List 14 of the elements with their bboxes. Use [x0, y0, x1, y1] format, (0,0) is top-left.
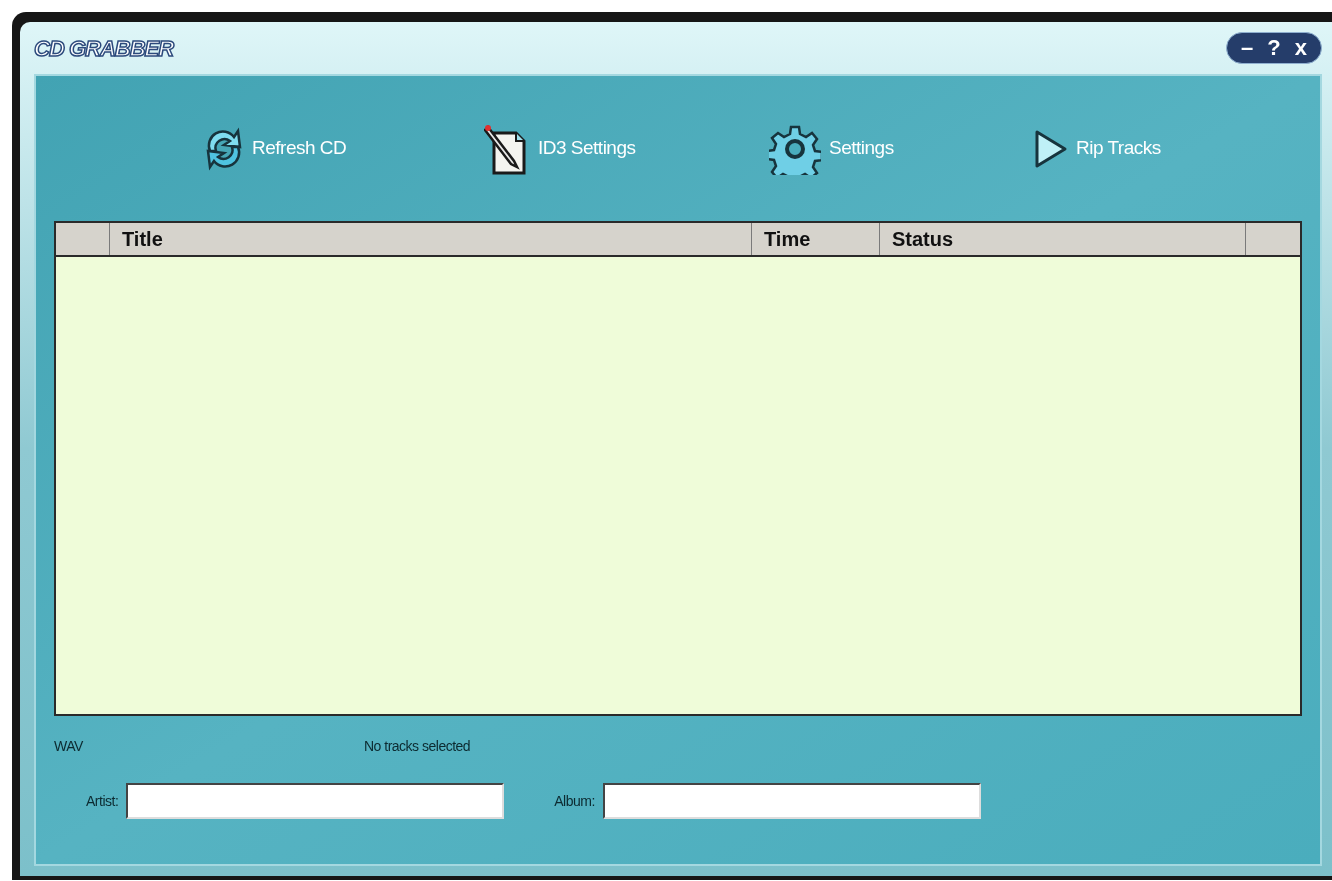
field-label: Album:: [554, 791, 595, 811]
text-field[interactable]: [126, 783, 505, 819]
help-button[interactable]: ?: [1267, 37, 1281, 59]
close-button[interactable]: x: [1294, 37, 1307, 59]
column-header[interactable]: Status: [880, 223, 1246, 255]
selection-status: No tracks selected: [364, 736, 471, 756]
field-label: Artist:: [86, 791, 119, 811]
column-header[interactable]: Title: [110, 223, 752, 255]
minimize-button[interactable]: –: [1241, 37, 1254, 59]
window-title: CD GRABBER: [34, 34, 174, 63]
play-icon: [1034, 128, 1068, 169]
column-header[interactable]: Time: [752, 223, 880, 255]
format-label: WAV: [54, 736, 84, 756]
text-field[interactable]: [602, 783, 981, 819]
